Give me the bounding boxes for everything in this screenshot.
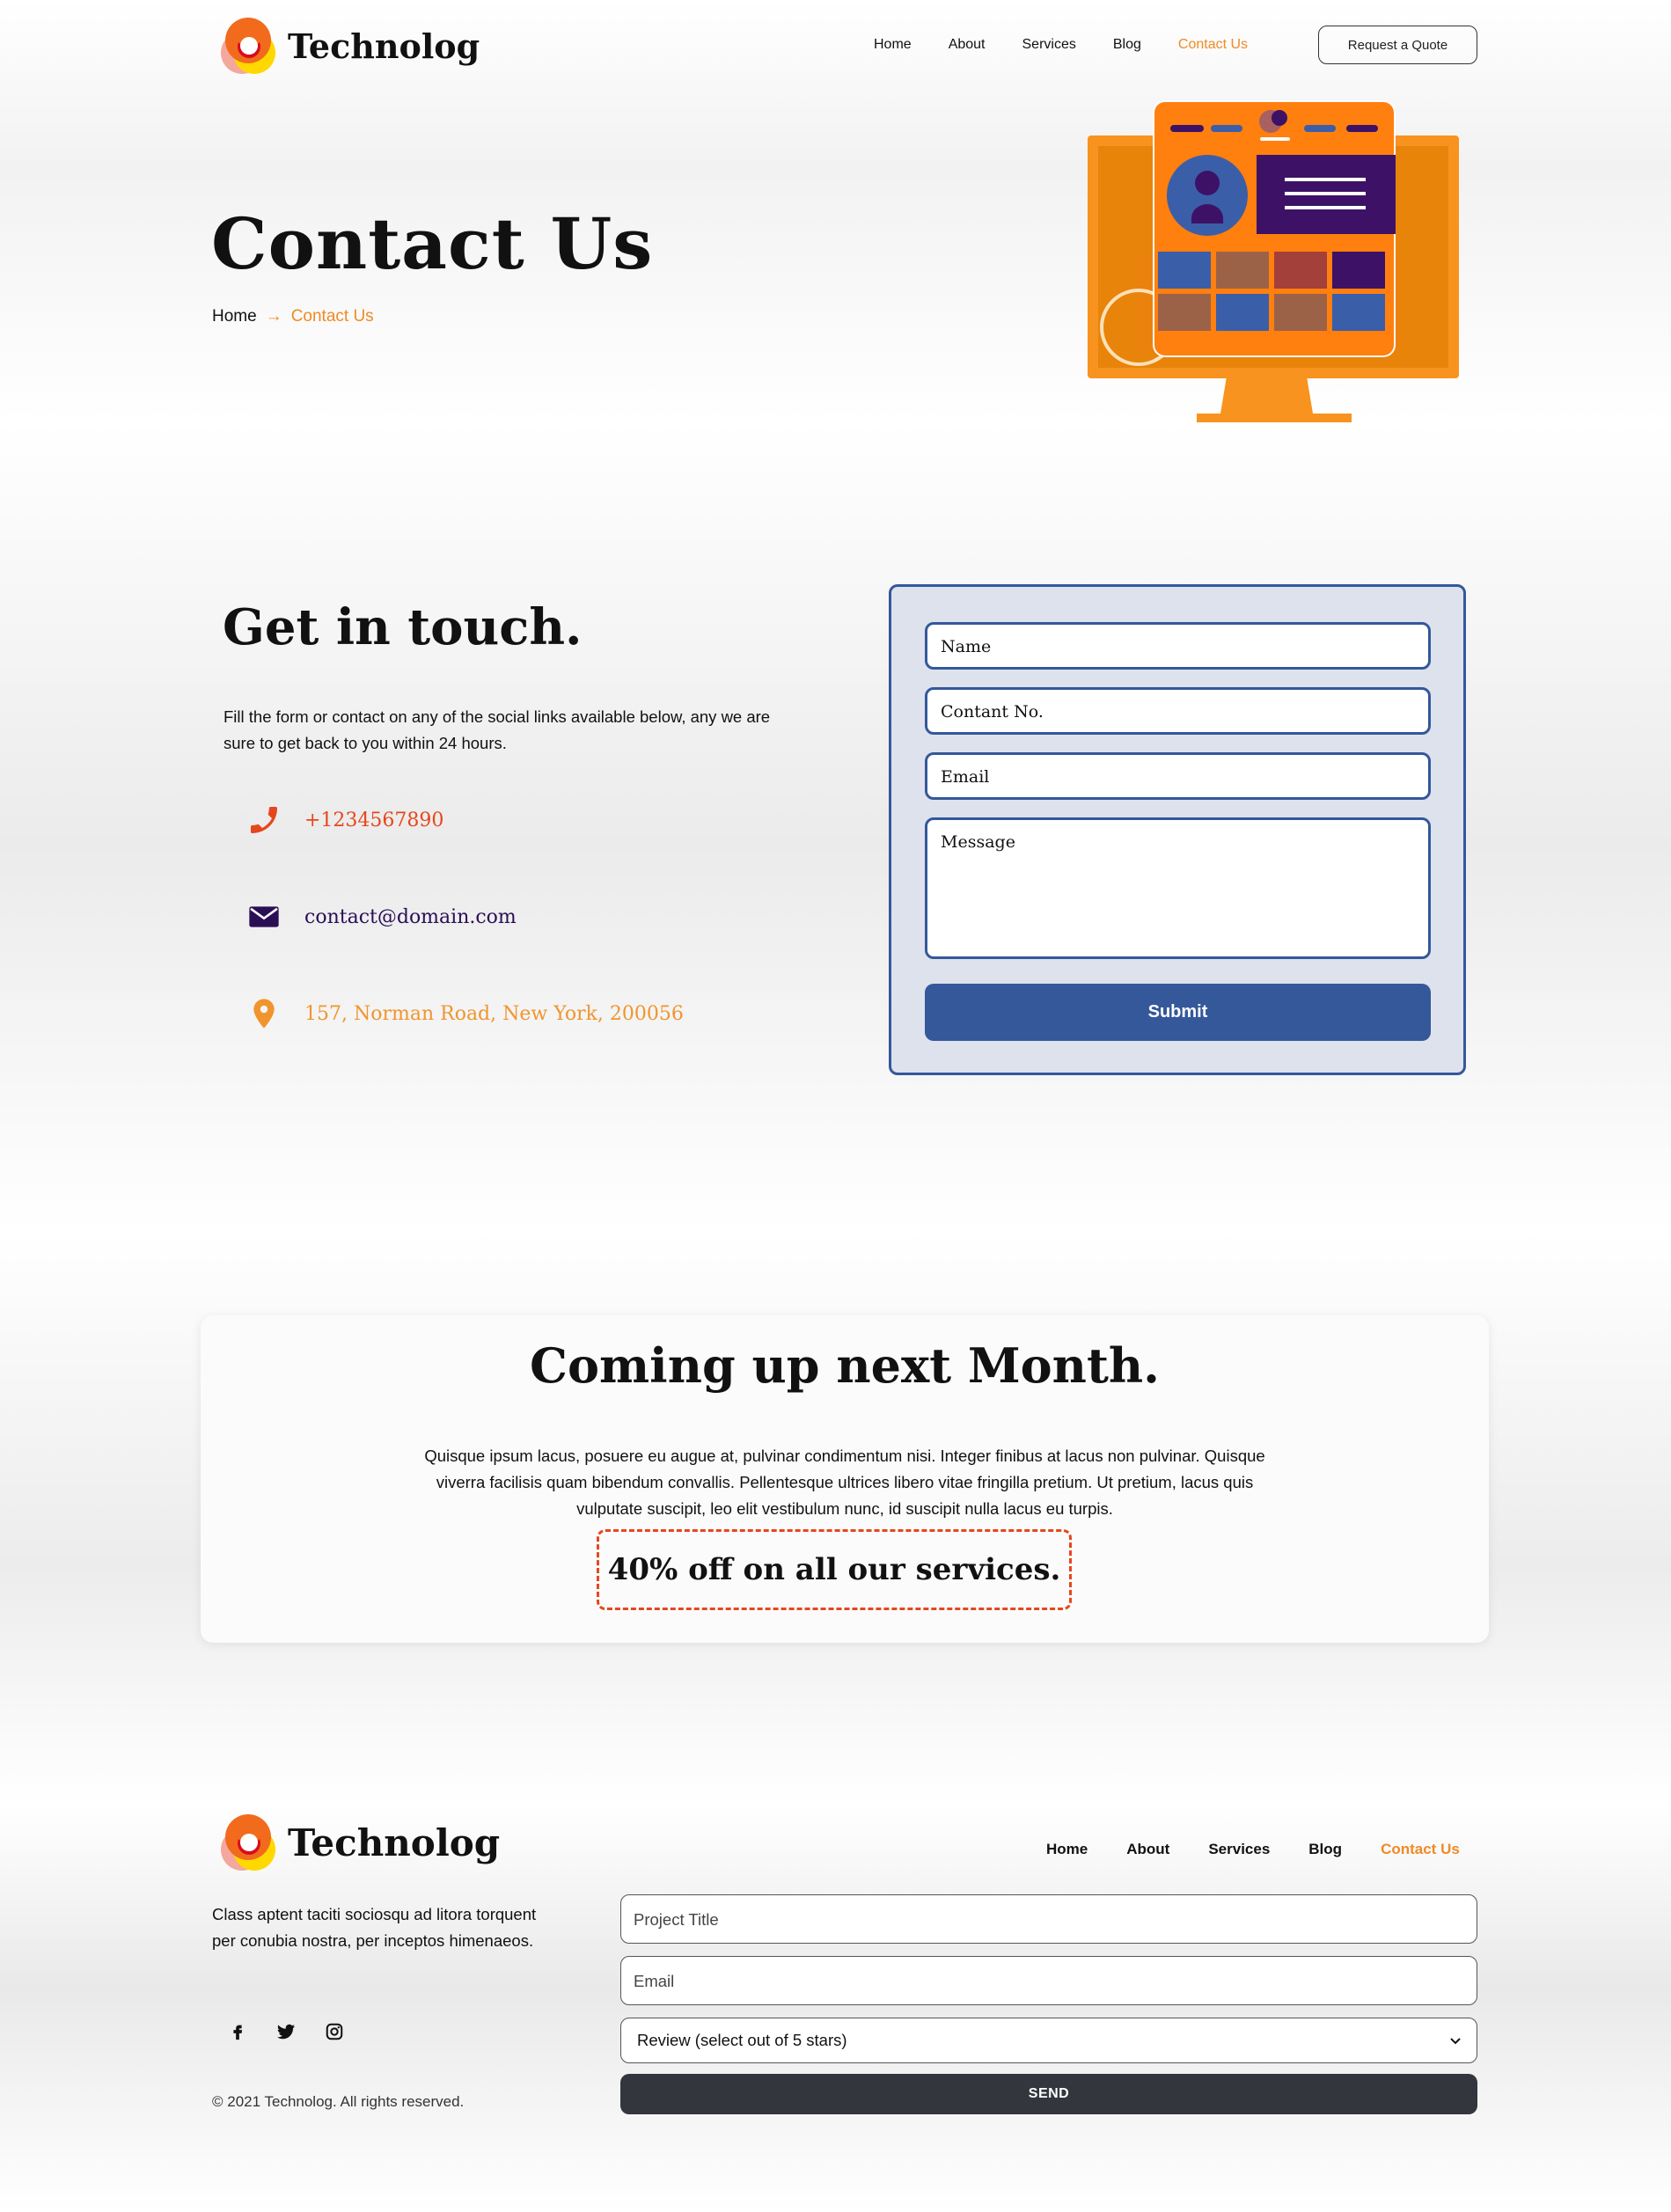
promo-card: Coming up next Month. Quisque ipsum lacu…: [201, 1315, 1489, 1643]
review-select-value: Review (select out of 5 stars): [637, 2031, 847, 2049]
instagram-icon[interactable]: [321, 2018, 348, 2045]
discount-badge: 40% off on all our services.: [597, 1529, 1072, 1610]
facebook-icon[interactable]: [224, 2018, 251, 2045]
request-quote-button[interactable]: Request a Quote: [1318, 26, 1477, 64]
footer-brand-logo[interactable]: Technolog: [216, 1811, 500, 1874]
promo-heading: Coming up next Month.: [530, 1337, 1160, 1394]
footer-brand-name: Technolog: [288, 1820, 501, 1864]
contact-email-text: contact@domain.com: [304, 905, 517, 928]
nav-services[interactable]: Services: [1022, 37, 1076, 53]
footer-email-field[interactable]: Email: [620, 1956, 1477, 2005]
footer-nav: Home About Services Blog Contact Us: [1046, 1841, 1499, 1858]
monitor-illustration: [1084, 97, 1462, 431]
footer-nav-home[interactable]: Home: [1046, 1841, 1088, 1858]
copyright-text: © 2021 Technolog. All rights reserved.: [212, 2093, 465, 2110]
get-in-touch-text: Fill the form or contact on any of the s…: [224, 707, 771, 752]
phone-icon: [245, 801, 283, 839]
contact-phone[interactable]: +1234567890: [245, 801, 443, 839]
project-title-field[interactable]: Project Title: [620, 1894, 1477, 1944]
breadcrumb-home[interactable]: Home: [212, 307, 257, 326]
send-button[interactable]: SEND: [620, 2074, 1477, 2114]
contact-email[interactable]: contact@domain.com: [245, 897, 517, 936]
contact-number-field[interactable]: Contant No.: [925, 687, 1431, 735]
breadcrumb-arrow-icon: →: [265, 307, 282, 326]
brand-name: Technolog: [288, 26, 480, 66]
email-field[interactable]: Email: [925, 752, 1431, 800]
footer-nav-services[interactable]: Services: [1208, 1841, 1270, 1858]
name-field[interactable]: Name: [925, 622, 1431, 670]
logo-mark-icon: [216, 14, 279, 77]
map-pin-icon: [245, 994, 283, 1033]
get-in-touch-heading: Get in touch.: [223, 598, 583, 656]
contact-phone-text: +1234567890: [304, 809, 444, 831]
footer-nav-contact-us[interactable]: Contact Us: [1381, 1841, 1460, 1858]
footer-logo-mark-icon: [216, 1811, 279, 1874]
page-title: Contact Us: [211, 202, 654, 285]
twitter-icon[interactable]: [273, 2018, 299, 2045]
brand-logo[interactable]: Technolog: [216, 14, 480, 77]
message-field[interactable]: Message: [925, 817, 1431, 959]
promo-text: Quisque ipsum lacus, posuere eu augue at…: [424, 1447, 1265, 1518]
nav-contact-us[interactable]: Contact Us: [1178, 37, 1248, 53]
site-header: Technolog Home About Services Blog Conta…: [0, 0, 1671, 92]
contact-address-text: 157, Norman Road, New York, 200056: [304, 1002, 684, 1025]
main-nav: Home About Services Blog Contact Us: [874, 37, 1285, 53]
contact-form: Name Contant No. Email Message Submit: [889, 584, 1466, 1075]
nav-home[interactable]: Home: [874, 37, 912, 53]
footer-nav-blog[interactable]: Blog: [1308, 1841, 1342, 1858]
submit-button[interactable]: Submit: [925, 984, 1431, 1041]
envelope-icon: [245, 897, 283, 936]
footer-nav-about[interactable]: About: [1126, 1841, 1169, 1858]
contact-address[interactable]: 157, Norman Road, New York, 200056: [245, 994, 684, 1033]
breadcrumb-current: Contact Us: [290, 307, 374, 326]
breadcrumb: Home → Contact Us: [212, 307, 374, 326]
nav-about[interactable]: About: [949, 37, 986, 53]
review-select[interactable]: Review (select out of 5 stars): [620, 2018, 1477, 2063]
chevron-down-icon: [1450, 2033, 1461, 2047]
footer-description: Class aptent taciti sociosqu ad litora t…: [212, 1905, 537, 1950]
nav-blog[interactable]: Blog: [1113, 37, 1141, 53]
social-links: [224, 2018, 370, 2045]
